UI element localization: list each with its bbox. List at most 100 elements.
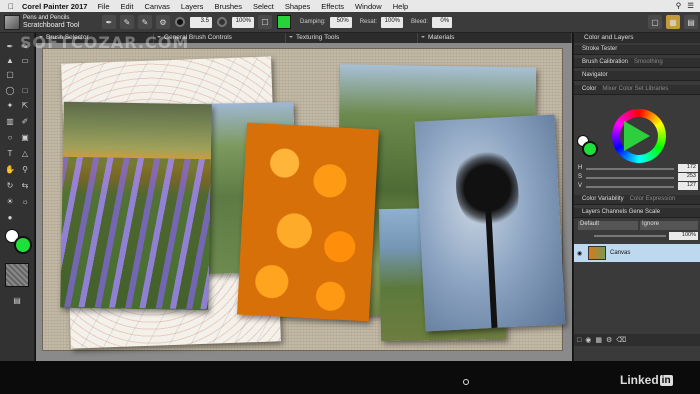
tab-texturing-tools[interactable]: Texturing Tools <box>286 33 418 43</box>
layer-opacity-slider[interactable] <box>594 235 666 237</box>
stroke-tester-label: Stroke Tester <box>582 46 618 52</box>
color-swatch[interactable] <box>277 15 291 29</box>
palette-arrangement-icon[interactable]: ▢ <box>648 15 662 29</box>
settings-icon[interactable]: ⚙ <box>156 15 170 29</box>
hue-slider[interactable]: H 172 <box>578 164 698 173</box>
mirror-icon[interactable]: ⇆ <box>18 180 32 192</box>
layer-opacity-field[interactable]: 100% <box>669 232 698 240</box>
rect-select-icon[interactable]: □ <box>18 85 32 97</box>
apple-icon[interactable]:  <box>0 2 22 11</box>
menu-edit[interactable]: Edit <box>121 2 134 11</box>
app-name-menu[interactable]: Corel Painter 2017 <box>22 2 87 11</box>
brush-tool-icon[interactable]: ✒ <box>3 41 17 53</box>
dodge-icon[interactable]: ☀ <box>3 196 17 208</box>
blend-mode-select[interactable]: Default <box>578 221 638 230</box>
opacity-dot-icon <box>217 17 227 27</box>
layers-tab-row[interactable]: Layers Channels Gene Scale <box>574 208 700 218</box>
paint-bucket-icon[interactable]: ▲ <box>3 55 17 67</box>
value-slider[interactable]: V 127 <box>578 182 698 191</box>
perspective-icon[interactable]: △ <box>18 148 32 160</box>
menu-bar:  Corel Painter 2017 File Edit Canvas La… <box>0 0 700 12</box>
eraser-icon[interactable]: ▭ <box>18 55 32 67</box>
value-value[interactable]: 127 <box>678 182 698 190</box>
brush-variant-selector[interactable]: Pens and Pencils Scratchboard Tool <box>0 13 100 32</box>
size-field[interactable]: 3.5 <box>190 16 212 28</box>
progress-dot-icon[interactable] <box>463 379 469 385</box>
color-tab-row[interactable]: Color Mixer Color Set Libraries <box>574 85 700 95</box>
menu-brushes[interactable]: Brushes <box>214 2 242 11</box>
size-dot-icon <box>175 17 185 27</box>
main-color-swatch[interactable] <box>582 141 598 157</box>
watermark: SOFTCOZAR.COM <box>20 33 190 52</box>
brush-category-label: Pens and Pencils <box>23 15 70 21</box>
divine-proportion-icon[interactable]: ▣ <box>18 132 32 144</box>
lasso-icon[interactable]: ◯ <box>3 85 17 97</box>
hand-icon[interactable]: ✋ <box>3 164 17 176</box>
pen-icon[interactable]: ✐ <box>18 116 32 128</box>
color-variability-label: Color Variability <box>582 196 624 202</box>
menu-layers[interactable]: Layers <box>181 2 204 11</box>
magic-wand-icon[interactable]: ✦ <box>3 100 17 112</box>
burn-icon[interactable]: ☼ <box>18 196 32 208</box>
bleed-field[interactable]: 0% <box>432 16 453 28</box>
layers-panel: Layers Channels Gene Scale Default Ignor… <box>574 208 700 361</box>
saturation-value[interactable]: 253 <box>678 173 698 181</box>
menu-shapes[interactable]: Shapes <box>285 2 310 11</box>
color-swatches[interactable] <box>5 229 32 255</box>
brush-calibration-label: Brush Calibration <box>582 59 629 65</box>
mask-icon[interactable]: ◉ <box>585 336 591 344</box>
menu-select[interactable]: Select <box>253 2 274 11</box>
group-icon[interactable]: ▦ <box>595 336 602 344</box>
shape-icon[interactable]: ○ <box>3 132 17 144</box>
workspace-icon[interactable]: ▦ <box>666 15 680 29</box>
color-variability-row[interactable]: Color Variability Color Expression <box>574 195 700 205</box>
menu-help[interactable]: Help <box>393 2 408 11</box>
rotate-icon[interactable]: ↻ <box>3 180 17 192</box>
opacity-field[interactable]: 100% <box>232 16 254 28</box>
linkedin-logo: Linked in <box>620 373 673 387</box>
property-bar: Pens and Pencils Scratchboard Tool ✒ ✎ ✎… <box>0 12 700 33</box>
media-selector-icon[interactable]: ▤ <box>10 295 24 307</box>
color-expression-tab[interactable]: Color Expression <box>630 196 676 202</box>
cloner-icon[interactable]: ● <box>3 212 17 224</box>
list-icon[interactable]: ☰ <box>687 1 694 10</box>
navigator-row[interactable]: Navigator <box>574 71 700 81</box>
stroke-mode-icon[interactable]: ☐ <box>258 15 272 29</box>
hue-value[interactable]: 172 <box>678 164 698 172</box>
text-tool-icon[interactable]: T <box>3 148 17 160</box>
smoothing-label[interactable]: Smoothing <box>634 59 663 65</box>
dropper-icon[interactable]: ✎ <box>138 15 152 29</box>
tree-silhouette-photo <box>414 114 566 332</box>
pencil-icon[interactable]: ✎ <box>120 15 134 29</box>
foreground-color-swatch[interactable] <box>14 236 32 254</box>
menu-effects[interactable]: Effects <box>321 2 344 11</box>
layout-icon[interactable]: ▤ <box>684 15 698 29</box>
tab-materials[interactable]: Materials <box>418 33 572 43</box>
zoom-icon[interactable]: ⚲ <box>18 164 32 176</box>
composite-method-select[interactable]: Ignore <box>640 221 698 230</box>
new-layer-icon[interactable]: □ <box>577 337 581 344</box>
layer-row-canvas[interactable]: ◉ Canvas <box>574 244 700 262</box>
mixer-tab-label[interactable]: Mixer Color Set Libraries <box>602 86 668 92</box>
saturation-slider[interactable]: S 253 <box>578 173 698 182</box>
search-icon[interactable]: ⚲ <box>676 1 682 10</box>
transform-icon[interactable]: ⇱ <box>18 100 32 112</box>
resat-field[interactable]: 100% <box>381 16 404 28</box>
saturation-value-triangle[interactable] <box>624 121 650 151</box>
menu-file[interactable]: File <box>97 2 109 11</box>
dynamic-plugin-icon[interactable]: ⚙ <box>606 336 612 344</box>
menu-window[interactable]: Window <box>355 2 382 11</box>
crop-icon[interactable]: ▥ <box>3 116 17 128</box>
document-canvas[interactable] <box>36 43 572 361</box>
brush-icon[interactable]: ✒ <box>102 15 116 29</box>
stroke-tester-row[interactable]: Stroke Tester <box>574 45 700 55</box>
layer-adjuster-icon[interactable]: ▢ <box>3 69 17 81</box>
eye-icon[interactable]: ◉ <box>577 250 582 257</box>
damping-field[interactable]: 50% <box>329 16 352 28</box>
brush-calibration-row[interactable]: Brush Calibration Smoothing <box>574 58 700 68</box>
paper-selector[interactable] <box>5 263 29 287</box>
panel-title[interactable]: Color and Layers <box>574 33 700 43</box>
trash-icon[interactable]: ⌫ <box>616 336 626 344</box>
resat-label: Resat: <box>359 19 378 25</box>
menu-canvas[interactable]: Canvas <box>144 2 169 11</box>
